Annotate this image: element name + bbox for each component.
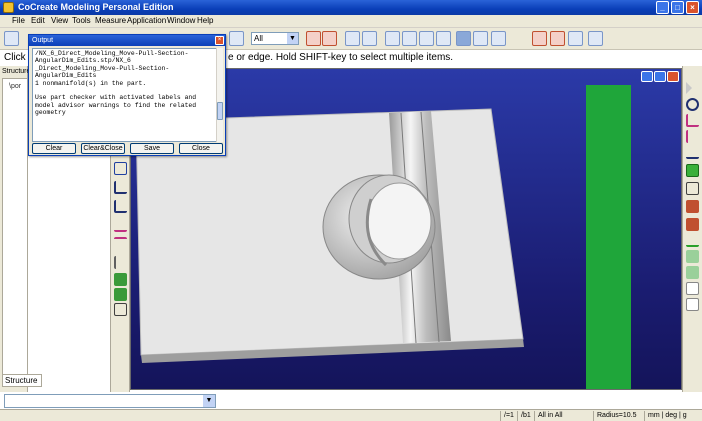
close-icon[interactable]: × xyxy=(215,36,224,45)
menu-view[interactable]: View xyxy=(51,16,68,25)
draft-icon[interactable] xyxy=(114,219,127,232)
command-input[interactable]: ▼ xyxy=(4,394,216,408)
menu-file[interactable]: File xyxy=(12,16,25,25)
thicken-icon[interactable] xyxy=(114,288,127,301)
status-cell-units: mm | deg | g xyxy=(644,411,700,421)
save-button[interactable]: Save xyxy=(130,143,174,154)
view-top-icon[interactable] xyxy=(402,31,417,46)
tab-structure-label: Structure xyxy=(5,376,38,385)
tab-structure[interactable]: Structure xyxy=(2,374,42,387)
rotate-icon[interactable] xyxy=(419,31,434,46)
output-dialog-title: Output xyxy=(32,37,54,44)
undo-icon[interactable] xyxy=(4,31,19,46)
dialog-close-button[interactable]: Close xyxy=(179,143,223,154)
chevron-down-icon[interactable]: ▼ xyxy=(287,33,298,44)
cube-icon[interactable] xyxy=(686,200,699,213)
close-button[interactable]: × xyxy=(686,1,699,14)
measure-icon[interactable] xyxy=(306,31,321,46)
status-cell-part: /b1 xyxy=(517,411,533,421)
note-icon[interactable] xyxy=(686,266,699,279)
axis-icon[interactable] xyxy=(686,146,699,159)
menu-window[interactable]: Window xyxy=(167,16,195,25)
section-icon[interactable] xyxy=(114,256,127,269)
status-cell-scope: All in All WPs/Parts xyxy=(534,411,592,421)
play-icon[interactable] xyxy=(686,82,692,94)
menu-tools[interactable]: Tools xyxy=(72,16,91,25)
chamfer-icon[interactable] xyxy=(114,181,127,194)
status-bar: /=1 /b1 All in All WPs/Parts Radius=10.5… xyxy=(0,409,702,421)
prompt-text: e or edge. Hold SHIFT-key to select mult… xyxy=(228,52,454,63)
blend-icon[interactable] xyxy=(114,200,127,213)
window-title: CoCreate Modeling Personal Edition xyxy=(18,2,174,12)
document-icon[interactable] xyxy=(686,298,699,311)
selection-filter-select[interactable]: All ▼ xyxy=(251,32,299,45)
menu-measure[interactable]: Measure xyxy=(95,16,126,25)
back-icon[interactable] xyxy=(456,31,471,46)
clear-button[interactable]: Clear xyxy=(32,143,76,154)
align-icon[interactable] xyxy=(114,303,127,316)
clear-close-button[interactable]: Clear&Close xyxy=(81,143,125,154)
view-toolbar xyxy=(682,66,702,392)
menu-bar: File Edit View Tools Measure Application… xyxy=(0,15,702,28)
move-icon[interactable] xyxy=(114,237,127,250)
angle-icon[interactable] xyxy=(550,31,565,46)
structure-pane: Structure \por Structure xyxy=(0,66,42,392)
dimension-icon[interactable] xyxy=(532,31,547,46)
offset-icon[interactable] xyxy=(114,273,127,286)
menu-edit[interactable]: Edit xyxy=(31,16,45,25)
maximize-button[interactable]: □ xyxy=(671,1,684,14)
boss-hole xyxy=(366,182,432,260)
output-dialog-titlebar[interactable]: Output × xyxy=(29,35,225,46)
structure-header: Structure xyxy=(2,68,31,75)
chevron-down-icon[interactable]: ▼ xyxy=(203,395,215,407)
sketch-icon[interactable] xyxy=(322,31,337,46)
edge-icon[interactable] xyxy=(114,162,127,175)
curve-icon[interactable] xyxy=(686,234,699,247)
rect-icon[interactable] xyxy=(686,182,699,195)
select-icon[interactable] xyxy=(229,31,244,46)
minimize-button[interactable]: _ xyxy=(656,1,669,14)
view-front-icon[interactable] xyxy=(385,31,400,46)
output-scrollbar[interactable] xyxy=(216,48,223,142)
camera-icon[interactable] xyxy=(473,31,488,46)
output-text[interactable]: /NX_6_Direct_Modeling_Move-Pull-Section-… xyxy=(32,48,220,142)
flag-icon[interactable] xyxy=(686,130,699,143)
calculator-icon[interactable] xyxy=(568,31,583,46)
status-cell-radius: Radius=10.5 mm xyxy=(593,411,643,421)
title-bar: CoCreate Modeling Personal Edition _ □ × xyxy=(0,0,702,15)
workplane-icon[interactable] xyxy=(686,164,699,177)
spin-icon[interactable] xyxy=(686,98,699,111)
structure-tree[interactable]: \por xyxy=(2,78,28,378)
print-icon[interactable] xyxy=(588,31,603,46)
paint-icon[interactable] xyxy=(686,218,699,231)
layer-icon[interactable] xyxy=(686,250,699,263)
green-band xyxy=(586,85,631,389)
selection-filter-value: All xyxy=(254,34,263,43)
menu-help[interactable]: Help xyxy=(197,16,213,25)
status-cell-workplane: /=1 xyxy=(500,411,516,421)
scrollbar-thumb[interactable] xyxy=(217,102,223,120)
output-dialog: Output × /NX_6_Direct_Modeling_Move-Pull… xyxy=(28,34,226,156)
page-icon[interactable] xyxy=(686,282,699,295)
path-icon[interactable] xyxy=(686,114,699,127)
render-icon[interactable] xyxy=(491,31,506,46)
tree-node[interactable]: \por xyxy=(9,83,21,90)
pan-icon[interactable] xyxy=(436,31,451,46)
app-icon xyxy=(3,2,14,13)
zoom-icon[interactable] xyxy=(362,31,377,46)
menu-application[interactable]: Application xyxy=(127,16,166,25)
view-fit-icon[interactable] xyxy=(345,31,360,46)
